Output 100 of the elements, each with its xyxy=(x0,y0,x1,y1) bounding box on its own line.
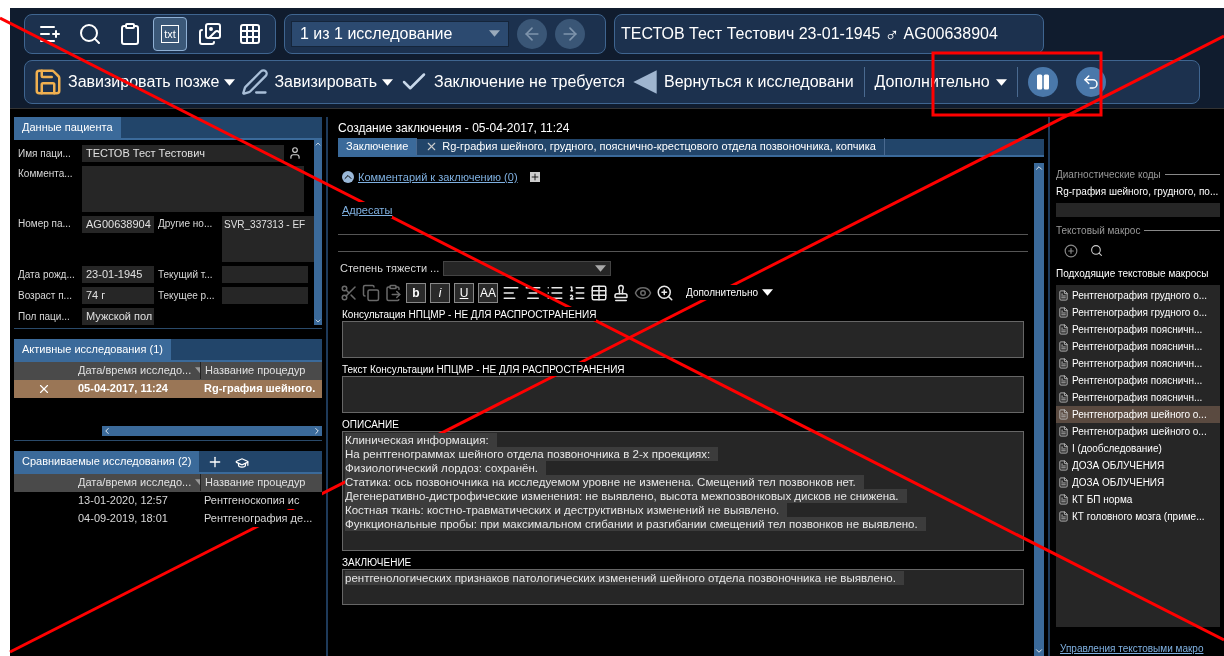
search-icon xyxy=(78,21,102,46)
macro-item[interactable]: Рентгенография поясничн... xyxy=(1056,354,1220,372)
caret-icon xyxy=(595,264,607,272)
document-icon xyxy=(1058,340,1069,352)
pause-button[interactable] xyxy=(1027,67,1058,97)
caret-icon xyxy=(489,30,500,37)
format-button[interactable]: U xyxy=(454,282,474,303)
scrollbar[interactable] xyxy=(1034,163,1044,656)
format-button[interactable]: AA xyxy=(478,282,498,303)
format-button[interactable]: i xyxy=(430,282,450,303)
previous-button[interactable] xyxy=(517,18,547,49)
panel-tab[interactable]: Данные пациента xyxy=(14,117,121,138)
comment-field[interactable] xyxy=(82,165,304,212)
male-symbol: ♂ xyxy=(884,21,900,47)
caret-icon xyxy=(382,78,393,86)
field-label: Имя паци... xyxy=(18,146,72,161)
macro-item[interactable]: КТ БП норма xyxy=(1056,490,1220,508)
field-label: Текущее р... xyxy=(158,288,216,303)
text-field[interactable]: AG00638904 xyxy=(82,215,154,233)
person-icon[interactable] xyxy=(288,146,302,160)
macro-item[interactable]: Рентгенография поясничн... xyxy=(1056,371,1220,389)
report-tab[interactable]: Заключение xyxy=(338,138,418,155)
code-field[interactable] xyxy=(1056,203,1220,217)
text-field[interactable]: SVR_337313 - EF xyxy=(222,215,314,262)
macro-item[interactable]: Рентгенография шейного о... xyxy=(1056,422,1220,440)
macro-item[interactable]: ДОЗА ОБЛУЧЕНИЯ xyxy=(1056,473,1220,491)
column-header[interactable]: Дата/время исследо... xyxy=(74,362,200,379)
horizontal-scrollbar[interactable] xyxy=(102,426,322,436)
text-field[interactable] xyxy=(222,286,308,304)
clipboard-icon xyxy=(118,21,142,46)
diagnostic-code: Rg-графия шейного, грудного, по... xyxy=(1056,185,1220,199)
format-button[interactable]: b xyxy=(406,282,426,303)
recipients-link[interactable]: Адресаты xyxy=(342,201,393,218)
study-row[interactable]: 13-01-2020, 12:57 Рентгеноскопия ис xyxy=(14,491,322,510)
field-label: Возраст п... xyxy=(18,288,73,303)
document-icon xyxy=(1058,357,1069,369)
macro-item[interactable]: I (дообследование) xyxy=(1056,439,1220,457)
more-format-button[interactable]: Дополнительно xyxy=(686,285,773,300)
macro-item[interactable]: КТ головного мозга (приме... xyxy=(1056,507,1220,525)
undo-button[interactable] xyxy=(1075,67,1106,97)
caret-icon xyxy=(995,78,1007,86)
macro-item[interactable]: Рентгенография поясничн... xyxy=(1056,337,1220,355)
text-field[interactable]: 23-01-1945 xyxy=(82,265,154,283)
column-header[interactable]: Дата/время исследо... xyxy=(74,474,200,491)
panel-tab[interactable]: Активные исследования (1) xyxy=(14,339,171,360)
text-field[interactable]: Мужской пол xyxy=(82,307,154,325)
add-icon[interactable] xyxy=(1064,243,1078,258)
document-icon xyxy=(1058,425,1069,437)
add-icon[interactable] xyxy=(529,172,540,183)
document-icon xyxy=(1058,510,1069,522)
text-view-button[interactable]: txt xyxy=(153,16,187,51)
column-header[interactable]: Название процедур xyxy=(200,362,322,379)
study-dropdown[interactable]: 1 из 1 исследование xyxy=(291,20,509,47)
text-field[interactable]: ТЕСТОВ Тест Тестович xyxy=(82,144,284,162)
macro-item[interactable]: Рентгенография шейного о... xyxy=(1056,405,1220,423)
table-cell-text: 05-04-2017, 11:24 xyxy=(77,381,169,397)
report-tab[interactable]: Rg-графия шейного, грудного, пояснично-крестцового отдела позвоночника, копчика xyxy=(417,138,885,155)
report-title: Создание заключения - 05-04-2017, 11:24 xyxy=(338,120,571,137)
section-title: Текст Консультации НПЦМР - НЕ ДЛЯ РАСПРОСТРАНЕНИЯ xyxy=(342,361,625,376)
text-field[interactable] xyxy=(222,265,308,283)
severity-dropdown[interactable] xyxy=(443,260,612,276)
macro-item[interactable]: Рентгенография грудного о... xyxy=(1056,303,1220,321)
action-button[interactable]: Вернуться к исследовани xyxy=(631,68,854,96)
patient-name: ТЕСТОВ Тест Тестович 23-01-1945 xyxy=(621,23,881,44)
section-text-area[interactable] xyxy=(342,430,1024,551)
document-icon xyxy=(1058,493,1069,505)
document-icon xyxy=(1058,323,1069,335)
action-button[interactable]: Заключение не требуется xyxy=(399,67,625,97)
macro-item[interactable]: ДОЗА ОБЛУЧЕНИЯ xyxy=(1056,456,1220,474)
images-icon xyxy=(198,21,222,46)
text-field[interactable]: 74 г xyxy=(82,286,154,304)
zoom-icon[interactable] xyxy=(656,283,674,302)
column-header[interactable]: Название процедур xyxy=(200,474,322,491)
stamp-icon[interactable] xyxy=(612,283,630,302)
undo-icon xyxy=(1081,73,1100,91)
numbered-list-icon[interactable] xyxy=(568,283,586,302)
action-button[interactable]: Завизировать xyxy=(241,68,393,96)
document-icon xyxy=(1058,306,1069,318)
document-icon xyxy=(1058,374,1069,386)
cap-icon[interactable] xyxy=(235,455,250,470)
caret-icon xyxy=(762,289,773,296)
field-label: Степень тяжести ... xyxy=(340,261,440,276)
search-icon[interactable] xyxy=(1090,244,1103,258)
document-icon xyxy=(1058,442,1069,454)
study-row[interactable]: 04-09-2019, 18:01 Рентгенография де... xyxy=(14,509,322,528)
document-icon xyxy=(1058,289,1069,301)
macro-item[interactable]: Рентгенография поясничн... xyxy=(1056,320,1220,338)
patient-id: AG00638904 xyxy=(903,23,998,44)
table-cell-text: 13-01-2020, 12:57 xyxy=(77,493,169,509)
comment-link[interactable]: Комментарий к заключению (0) xyxy=(358,169,518,186)
next-button[interactable] xyxy=(555,18,585,49)
table-icon[interactable] xyxy=(590,283,608,302)
macro-item[interactable]: Рентгенография грудного о... xyxy=(1056,286,1220,304)
collapse-icon[interactable] xyxy=(342,171,354,184)
manage-macros-link[interactable]: Управления текстовыми макро xyxy=(1056,641,1220,656)
scrollbar[interactable] xyxy=(314,139,322,325)
section-text-area[interactable]: рентгенологических признаков патологических изменений шейного отдела позвоночника не выявлено. xyxy=(342,568,1024,605)
macro-item[interactable]: Рентгенография поясничн... xyxy=(1056,388,1220,406)
field-label: Текущий т... xyxy=(158,267,214,282)
panel-tab[interactable]: Сравниваемые исследования (2) xyxy=(14,451,200,472)
